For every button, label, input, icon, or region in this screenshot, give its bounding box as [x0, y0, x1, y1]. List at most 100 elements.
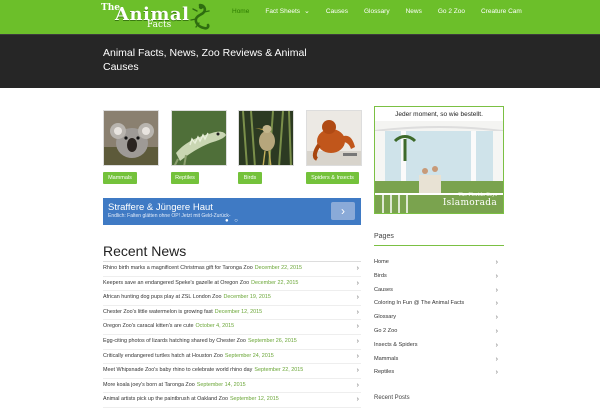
nav-label: Glossary [363, 8, 390, 15]
chevron-right-icon[interactable]: › [357, 262, 359, 276]
chevron-right-icon[interactable]: › [496, 311, 498, 325]
nav-item-home[interactable]: Home [224, 0, 257, 34]
sidebar-ad-headline: Jeder moment, so wie bestellt. [395, 111, 483, 118]
chevron-right-icon[interactable]: › [357, 291, 359, 305]
chevron-right-icon[interactable]: › [357, 320, 359, 334]
news-item[interactable]: Meet Whipsnade Zoo's baby rhino to celeb… [103, 364, 361, 379]
pages-item[interactable]: Causes › [374, 284, 498, 298]
news-title[interactable]: Critically endangered turtles hatch at H… [103, 353, 223, 359]
pages-item-label[interactable]: Birds [374, 273, 387, 279]
birds-button[interactable]: Birds [238, 172, 262, 184]
chevron-right-icon[interactable]: › [496, 297, 498, 311]
nav-item-causes[interactable]: Causes [318, 0, 356, 34]
pages-item[interactable]: Go 2 Zoo › [374, 325, 498, 339]
chevron-right-icon[interactable]: › [496, 353, 498, 367]
pages-item-label[interactable]: Go 2 Zoo [374, 328, 397, 334]
chevron-right-icon[interactable]: › [357, 379, 359, 393]
page-banner: Animal Facts, News, Zoo Reviews & Animal… [0, 34, 600, 88]
nav-item-go-2-zoo[interactable]: Go 2 Zoo [430, 0, 473, 34]
chevron-right-icon[interactable]: › [496, 270, 498, 284]
pages-item[interactable]: Reptiles › [374, 366, 498, 380]
nav-label: Fact Sheets [265, 8, 301, 15]
news-title[interactable]: More koala joey's born at Taronga Zoo [103, 382, 195, 388]
ad-pagination-dots[interactable]: ● ○ [225, 218, 240, 224]
category-reptiles[interactable]: Reptiles [171, 110, 227, 184]
chevron-right-icon[interactable]: › [357, 306, 359, 320]
pages-item-label[interactable]: Home [374, 259, 389, 265]
news-title[interactable]: Oregon Zoo's caracal kitten's are cute [103, 323, 193, 329]
chevron-right-icon[interactable]: › [357, 364, 359, 378]
recent-news-heading: Recent News [103, 243, 187, 259]
news-item[interactable]: Critically endangered turtles hatch at H… [103, 350, 361, 365]
ad-arrow-button[interactable]: › [331, 202, 355, 220]
pages-item-label[interactable]: Glossary [374, 314, 396, 320]
news-date: September 24, 2015 [224, 352, 274, 359]
news-date: October 4, 2015 [195, 323, 235, 330]
banner-ad[interactable]: Straffere & Jüngere Haut Endlich: Falten… [103, 198, 361, 225]
chevron-right-icon[interactable]: › [357, 277, 359, 291]
pages-item-label[interactable]: Reptiles [374, 369, 394, 375]
nav-item-creature-cam[interactable]: Creature Cam [473, 0, 530, 34]
category-birds[interactable]: Birds [238, 110, 294, 184]
iguana-photo[interactable] [171, 110, 227, 166]
pages-item[interactable]: Birds › [374, 270, 498, 284]
nav-item-fact-sheets[interactable]: Fact Sheets ⌄ [257, 0, 318, 34]
news-title[interactable]: Egg-citing photos of lizards hatching sh… [103, 338, 246, 344]
news-item[interactable]: Keepers save an endangered Speke's gazel… [103, 277, 361, 292]
chevron-right-icon[interactable]: › [357, 350, 359, 364]
chevron-right-icon[interactable]: › [496, 339, 498, 353]
news-date: December 12, 2015 [214, 308, 263, 315]
news-item[interactable]: More koala joey's born at Taronga Zoo Sep… [103, 379, 361, 394]
chevron-right-icon[interactable]: › [496, 284, 498, 298]
site-logo[interactable]: The Animal Facts [101, 2, 213, 32]
news-date: December 22, 2015 [251, 279, 299, 286]
category-spiders-insects[interactable]: Spiders & Insects [306, 110, 362, 184]
pages-item[interactable]: Home › [374, 256, 498, 270]
sidebar-ad[interactable]: Jeder moment, so wie bestellt. The Flori… [374, 106, 504, 214]
mammals-button[interactable]: Mammals [103, 172, 137, 184]
chevron-right-icon[interactable]: › [496, 366, 498, 380]
pages-list: Home › Birds › Causes › Coloring In Fun @ The … [374, 256, 498, 380]
news-title[interactable]: Rhino birth marks a magnificent Christma… [103, 265, 253, 271]
pages-item-label[interactable]: Coloring In Fun @ The Animal Facts [374, 300, 464, 306]
pages-item[interactable]: Insects & Spiders › [374, 339, 498, 353]
heron-photo[interactable] [238, 110, 294, 166]
news-title[interactable]: Chester Zoo's little watermelon is growi… [103, 309, 213, 315]
nav-label: News [405, 8, 422, 15]
nav-item-news[interactable]: News [398, 0, 430, 34]
chevron-right-icon[interactable]: › [357, 393, 359, 407]
chevron-right-icon[interactable]: › [496, 325, 498, 339]
chevron-right-icon[interactable]: › [496, 256, 498, 270]
news-title[interactable]: Meet Whipsnade Zoo's baby rhino to celeb… [103, 367, 252, 373]
gecko-icon [190, 3, 210, 30]
recent-posts-heading: Recent Posts [374, 395, 410, 401]
news-title[interactable]: Keepers save an endangered Speke's gazel… [103, 280, 249, 286]
news-item[interactable]: Rhino birth marks a magnificent Christma… [103, 262, 361, 277]
news-item[interactable]: Oregon Zoo's caracal kitten's are cute Oc… [103, 320, 361, 335]
koala-photo[interactable] [103, 110, 159, 166]
pages-item[interactable]: Coloring In Fun @ The Animal Facts › [374, 297, 498, 311]
news-title[interactable]: Animal artists pick up the paintbrush at… [103, 396, 228, 402]
page-title: Animal Facts, News, Zoo Reviews & Animal… [103, 47, 307, 73]
news-date: December 22, 2015 [254, 265, 303, 271]
spiders-insects-button[interactable]: Spiders & Insects [306, 172, 359, 184]
pages-item-label[interactable]: Mammals [374, 356, 398, 362]
news-item[interactable]: African hunting dog pups play at ZSL Lon… [103, 291, 361, 306]
reptiles-button[interactable]: Reptiles [171, 172, 199, 184]
pages-item-label[interactable]: Insects & Spiders [374, 342, 418, 348]
pages-item[interactable]: Glossary › [374, 311, 498, 325]
ad-brand-big: Islamorada [442, 198, 497, 208]
orangutan-photo[interactable] [306, 110, 362, 166]
top-navigation-bar: The Animal Facts Home Fact Sheets ⌄ Cause… [0, 0, 600, 34]
news-item[interactable]: Egg-citing photos of lizards hatching sh… [103, 335, 361, 350]
pages-item-label[interactable]: Causes [374, 287, 393, 293]
pages-item[interactable]: Mammals › [374, 353, 498, 367]
islamorada-logo: The Florida Keys Islamorada [443, 193, 497, 208]
nav-label: Creature Cam [480, 8, 522, 15]
news-item[interactable]: Animal artists pick up the paintbrush at… [103, 393, 361, 408]
category-mammals[interactable]: Mammals [103, 110, 159, 184]
nav-item-glossary[interactable]: Glossary [356, 0, 398, 34]
chevron-right-icon[interactable]: › [357, 335, 359, 349]
news-title[interactable]: African hunting dog pups play at ZSL Lon… [103, 294, 221, 300]
news-item[interactable]: Chester Zoo's little watermelon is growi… [103, 306, 361, 321]
